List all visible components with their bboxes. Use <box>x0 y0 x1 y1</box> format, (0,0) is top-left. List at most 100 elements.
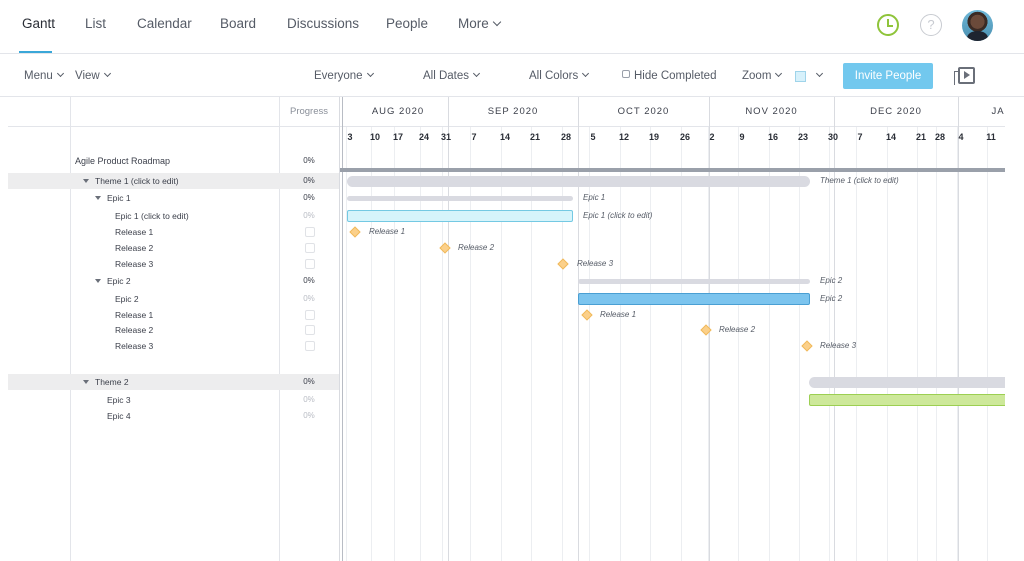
bar-label: Epic 1 (click to edit) <box>583 211 653 220</box>
week-gridline <box>856 127 857 561</box>
task-bar[interactable] <box>809 394 1005 406</box>
milestone-checkbox[interactable] <box>305 243 315 253</box>
list-item[interactable]: Theme 1 (click to edit) 0% <box>8 173 339 189</box>
milestone-diamond[interactable] <box>801 340 813 352</box>
list-item[interactable]: Epic 2 0% <box>8 291 339 307</box>
milestone-diamond[interactable] <box>349 226 361 238</box>
tab-people[interactable]: People <box>386 0 428 54</box>
clock-icon[interactable] <box>877 14 899 36</box>
hide-completed-toggle[interactable]: Hide Completed <box>622 55 716 97</box>
milestone-diamond[interactable] <box>581 309 593 321</box>
day-label: 17 <box>392 132 403 142</box>
day-label: 14 <box>499 132 510 142</box>
view-dropdown[interactable]: View <box>75 55 111 97</box>
colors-filter[interactable]: All Colors <box>529 55 590 97</box>
milestone-diamond[interactable] <box>557 258 569 270</box>
progress-value: 0% <box>303 395 315 404</box>
everyone-filter[interactable]: Everyone <box>314 55 374 97</box>
day-label: 19 <box>648 132 659 142</box>
chevron-down-icon <box>582 69 590 78</box>
milestone-checkbox[interactable] <box>305 341 315 351</box>
help-icon[interactable]: ? <box>920 14 942 36</box>
theme-summary-bar[interactable] <box>347 176 810 187</box>
milestone-checkbox[interactable] <box>305 259 315 269</box>
bar-label: Release 1 <box>600 310 637 319</box>
list-item[interactable]: Epic 4 0% <box>8 408 339 424</box>
row-label-text: Theme 1 (click to edit) <box>95 176 179 186</box>
week-gridline <box>650 127 651 561</box>
today-marker <box>342 97 343 561</box>
color-swatch[interactable] <box>795 71 806 82</box>
gantt-timeline[interactable]: AUG 2020 SEP 2020 OCT 2020 NOV 2020 DEC … <box>340 97 1005 561</box>
menu-label: Menu <box>24 70 53 82</box>
task-bar[interactable] <box>347 210 573 222</box>
tab-discussions[interactable]: Discussions <box>287 0 359 54</box>
row-label-text: Theme 2 <box>95 377 129 387</box>
month-label: OCT 2020 <box>617 106 670 117</box>
day-label: 28 <box>560 132 571 142</box>
month-label: AUG 2020 <box>371 106 425 117</box>
day-label: 30 <box>827 132 838 142</box>
tab-more[interactable]: More <box>458 0 502 54</box>
progress-value: 0% <box>303 377 315 386</box>
tab-list[interactable]: List <box>85 0 106 54</box>
project-summary-bar[interactable] <box>340 168 1005 172</box>
progress-value: 0% <box>303 156 315 165</box>
collapse-triangle-icon[interactable] <box>95 196 101 200</box>
week-gridline <box>346 127 347 561</box>
tab-more-label: More <box>458 16 489 31</box>
row-label-text: Epic 2 <box>107 276 131 286</box>
epic-summary-bar[interactable] <box>578 279 810 284</box>
dates-label: All Dates <box>423 70 470 82</box>
presentation-icon[interactable] <box>954 67 975 85</box>
hide-completed-checkbox[interactable] <box>622 70 630 78</box>
list-item[interactable]: Epic 1 (click to edit) 0% <box>8 208 339 224</box>
month-label: NOV 2020 <box>745 106 798 117</box>
tab-gantt[interactable]: Gantt <box>22 0 55 54</box>
list-item[interactable]: Release 2 <box>8 240 339 256</box>
list-item[interactable]: Epic 3 0% <box>8 392 339 408</box>
theme-summary-bar[interactable] <box>809 377 1005 388</box>
menu-dropdown[interactable]: Menu <box>24 55 64 97</box>
everyone-label: Everyone <box>314 70 363 82</box>
row-label: Release 3 <box>115 259 154 269</box>
list-item[interactable]: Agile Product Roadmap 0% <box>8 153 339 169</box>
week-gridline <box>738 127 739 561</box>
collapse-triangle-icon[interactable] <box>83 179 89 183</box>
row-label: Epic 2 <box>95 273 131 289</box>
chevron-down-icon <box>775 69 783 78</box>
week-gridline <box>957 127 958 561</box>
hide-completed-label: Hide Completed <box>634 70 717 82</box>
tab-board[interactable]: Board <box>220 0 256 54</box>
collapse-triangle-icon[interactable] <box>95 279 101 283</box>
tab-calendar[interactable]: Calendar <box>137 0 192 54</box>
list-item[interactable]: Release 2 <box>8 322 339 338</box>
milestone-checkbox[interactable] <box>305 227 315 237</box>
color-dropdown[interactable] <box>812 55 824 97</box>
day-label: 5 <box>590 132 596 142</box>
epic-summary-bar[interactable] <box>347 196 573 201</box>
week-gridline <box>442 127 443 561</box>
list-item[interactable]: Release 3 <box>8 256 339 272</box>
day-label: 7 <box>857 132 863 142</box>
progress-column-header[interactable]: Progress <box>279 97 339 127</box>
milestone-checkbox[interactable] <box>305 325 315 335</box>
collapse-triangle-icon[interactable] <box>83 380 89 384</box>
list-item[interactable]: Release 1 <box>8 307 339 323</box>
row-label: Release 2 <box>115 243 154 253</box>
invite-people-button[interactable]: Invite People <box>843 63 933 89</box>
list-item[interactable]: Epic 2 0% <box>8 273 339 289</box>
zoom-dropdown[interactable]: Zoom <box>742 55 783 97</box>
dates-filter[interactable]: All Dates <box>423 55 481 97</box>
list-item[interactable]: Release 3 <box>8 338 339 354</box>
row-label-text: Epic 1 <box>107 193 131 203</box>
row-label: Epic 1 (click to edit) <box>115 211 189 221</box>
list-item[interactable]: Release 1 <box>8 224 339 240</box>
milestone-checkbox[interactable] <box>305 310 315 320</box>
day-label: 12 <box>618 132 629 142</box>
list-item[interactable]: Theme 2 0% <box>8 374 339 390</box>
list-item[interactable]: Epic 1 0% <box>8 190 339 206</box>
task-bar[interactable] <box>578 293 810 305</box>
day-label: 4 <box>958 132 964 142</box>
avatar[interactable] <box>962 10 993 41</box>
